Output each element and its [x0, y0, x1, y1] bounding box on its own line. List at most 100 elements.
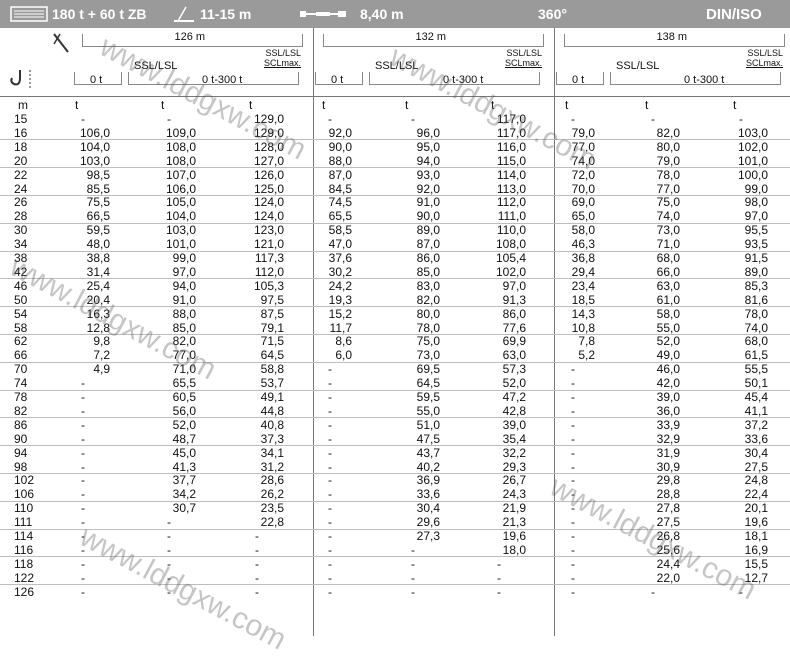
capacity-cell: - [81, 376, 85, 391]
radius-cell: 62 [14, 334, 28, 349]
capacity-cell: - [167, 584, 171, 599]
capacity-cell: 32,9 [656, 431, 680, 446]
capacity-cell: 36,8 [571, 251, 595, 265]
config-label-line: SCLmax. [745, 58, 783, 68]
capacity-cell: 82,0 [172, 334, 196, 349]
radius-cell: 66 [14, 348, 28, 363]
capacity-cell: 81,6 [744, 292, 768, 307]
capacity-cell: 97,0 [172, 264, 196, 279]
capacity-cell: 114,0 [496, 167, 526, 182]
config-label: SSL/LSL SCLmax. [241, 48, 301, 68]
capacity-cell: 96,0 [416, 125, 440, 140]
unit-cell: t [322, 98, 326, 112]
capacity-cell: 30,4 [744, 445, 768, 460]
capacity-cell: - [255, 542, 259, 557]
capacity-cell: 129,0 [253, 125, 284, 140]
capacity-cell: 86,0 [502, 306, 526, 321]
capacity-cell: 94,0 [172, 278, 196, 293]
capacity-cell: 38,8 [86, 251, 110, 265]
capacity-cell: 102,0 [737, 139, 768, 154]
capacity-cell: - [81, 459, 85, 474]
capacity-cell: 7,2 [93, 348, 110, 363]
capacity-cell: 19,6 [502, 529, 526, 543]
capacity-cell: 93,5 [744, 237, 768, 252]
capacity-cell: 47,0 [328, 237, 352, 252]
ballast-label-1: 0 t [331, 74, 344, 86]
capacity-cell: - [328, 112, 332, 126]
capacity-cell: 55,0 [416, 403, 440, 418]
radius-cell: 28 [14, 209, 28, 224]
capacity-cell: 85,0 [172, 320, 196, 335]
capacity-cell: 31,4 [86, 264, 110, 279]
capacity-cell: 112,0 [496, 195, 526, 210]
capacity-cell: 24,3 [502, 487, 526, 502]
capacity-cell: 84,5 [328, 181, 352, 196]
capacity-cell: - [167, 556, 171, 571]
capacity-cell: 70,0 [571, 181, 595, 196]
capacity-cell: 74,5 [328, 195, 352, 210]
capacity-cell: 18,1 [744, 529, 768, 543]
config-label-line: SCLmax. [504, 58, 542, 68]
capacity-cell: 57,3 [502, 362, 526, 377]
capacity-cell: 33,9 [656, 417, 680, 432]
capacity-cell: 75,5 [86, 195, 110, 210]
capacity-cell: 101,0 [737, 153, 768, 168]
capacity-cell: - [328, 556, 332, 571]
radius-cell: 46 [14, 278, 28, 293]
capacity-cell: 37,6 [328, 251, 352, 265]
radius-cell: 110 [14, 501, 34, 516]
radius-cell: 98 [14, 459, 28, 474]
capacity-cell: - [328, 362, 332, 377]
capacity-cell: - [497, 570, 501, 585]
capacity-cell: 88,0 [328, 153, 352, 168]
capacity-cell: - [328, 487, 332, 502]
capacity-cell: - [411, 556, 415, 571]
config-label: SSL/LSL SCLmax. [723, 48, 783, 68]
capacity-cell: 98,5 [86, 167, 110, 182]
capacity-cell: 29,4 [571, 264, 595, 279]
boom-length-label: 126 m [174, 31, 206, 43]
capacity-cell: 97,0 [744, 209, 768, 224]
capacity-cell: - [255, 570, 259, 585]
capacity-cell: 24,2 [328, 278, 352, 293]
capacity-cell: 65,5 [172, 376, 196, 391]
capacity-cell: 30,2 [328, 264, 352, 279]
capacity-cell: - [255, 529, 259, 543]
capacity-cell: 23,4 [571, 278, 595, 293]
config-label-line: SSL/LSL [506, 48, 542, 58]
capacity-cell: 40,2 [416, 459, 440, 474]
capacity-cell: 109,0 [165, 125, 196, 140]
ballast-label-2: 0 t-300 t [443, 74, 484, 86]
header-bar: 180 t + 60 t ZB 11-15 m 8,40 m 360° DIN/… [0, 0, 790, 28]
config-label: SSL/LSL SCLmax. [482, 48, 542, 68]
capacity-cell: 40,8 [260, 417, 284, 432]
radius-cell: 54 [14, 306, 28, 321]
capacity-cell: 8,6 [335, 334, 352, 349]
radius-cell: 24 [14, 181, 28, 196]
capacity-cell: - [81, 501, 85, 516]
capacity-cell: 44,8 [260, 403, 284, 418]
capacity-cell: 35,4 [502, 431, 526, 446]
capacity-cell: 25,4 [86, 278, 110, 293]
capacity-cell: 39,0 [656, 390, 680, 404]
capacity-cell: 69,0 [571, 195, 595, 210]
radius-cell: 106 [14, 487, 35, 502]
capacity-cell: 113,0 [496, 181, 526, 196]
capacity-cell: 91,3 [502, 292, 526, 307]
capacity-cell: 46,0 [656, 362, 680, 377]
capacity-cell: 103,0 [165, 223, 196, 238]
capacity-cell: 99,0 [744, 181, 768, 196]
capacity-cell: 68,0 [744, 334, 768, 349]
unit-cell: t [491, 98, 495, 112]
capacity-cell: - [167, 542, 171, 557]
capacity-cell: 73,0 [416, 348, 440, 363]
capacity-cell: 66,0 [656, 264, 680, 279]
capacity-cell: 18,5 [571, 292, 595, 307]
capacity-cell: - [328, 501, 332, 516]
capacity-cell: 31,2 [260, 459, 284, 474]
capacity-cell: - [651, 584, 655, 599]
capacity-cell: 29,6 [416, 515, 440, 530]
mode-label: SSL/LSL [375, 60, 419, 72]
capacity-cell: - [497, 584, 501, 599]
capacity-cell: - [81, 556, 85, 571]
